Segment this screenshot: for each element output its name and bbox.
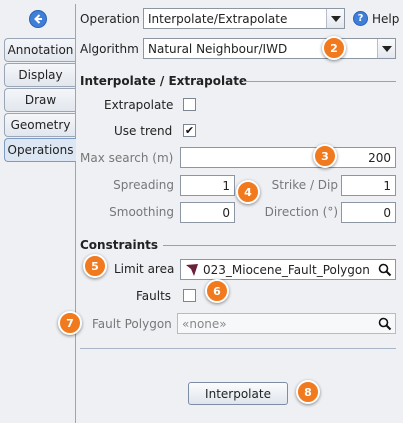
interp-section-title: Interpolate / Extrapolate — [80, 74, 248, 88]
back-arrow-icon[interactable] — [29, 10, 47, 28]
algorithm-combo[interactable]: Natural Neighbour/IWD — [143, 38, 396, 59]
smoothing-field[interactable]: 0 — [180, 202, 235, 223]
spreading-label: Spreading — [113, 178, 174, 192]
footer-divider — [80, 348, 396, 349]
tab-operations[interactable]: Operations — [4, 138, 76, 162]
tab-display[interactable]: Display — [4, 63, 76, 87]
callout-badge: 2 — [322, 36, 346, 60]
callout-badge: 8 — [296, 380, 320, 404]
direction-label: Direction (°) — [264, 205, 338, 219]
fault-polygon-value: «none» — [182, 316, 227, 331]
strike-dip-label: Strike / Dip — [271, 178, 338, 192]
help-icon[interactable]: ? — [353, 11, 368, 26]
fault-polygon-picker[interactable]: «none» — [177, 313, 396, 334]
limit-area-label: Limit area — [114, 262, 175, 276]
section-divider — [243, 81, 396, 82]
operation-combo[interactable]: Interpolate/Extrapolate — [143, 8, 345, 29]
limit-area-value: 023_Miocene_Fault_Polygon — [203, 262, 370, 277]
max-search-label: Max search (m) — [80, 151, 174, 165]
fault-polygon-label: Fault Polygon — [92, 317, 172, 331]
tab-annotation[interactable]: Annotation — [4, 38, 76, 62]
callout-badge: 5 — [83, 254, 107, 278]
operation-label: Operation — [80, 12, 140, 26]
use-trend-checkbox[interactable]: ✔ — [183, 124, 196, 137]
direction-field[interactable]: 0 — [341, 202, 396, 223]
limit-area-picker[interactable]: 023_Miocene_Fault_Polygon — [180, 259, 396, 280]
polygon-icon — [186, 263, 198, 276]
side-tab-column: Annotation Display Draw Geometry Operati… — [0, 0, 76, 423]
callout-badge: 7 — [58, 311, 82, 335]
operation-value: Interpolate/Extrapolate — [148, 11, 288, 26]
tab-draw[interactable]: Draw — [4, 88, 76, 112]
faults-checkbox[interactable] — [183, 289, 196, 302]
extrapolate-checkbox[interactable] — [183, 98, 196, 111]
extrapolate-label: Extrapolate — [104, 98, 174, 112]
chevron-down-icon[interactable] — [377, 39, 395, 58]
section-divider — [163, 245, 396, 246]
search-icon[interactable] — [378, 317, 392, 331]
algorithm-label: Algorithm — [80, 42, 139, 56]
use-trend-label: Use trend — [114, 124, 173, 138]
smoothing-label: Smoothing — [109, 205, 174, 219]
interpolate-button[interactable]: Interpolate — [188, 382, 288, 405]
search-icon[interactable] — [378, 263, 392, 277]
max-search-field[interactable]: 200 — [180, 147, 396, 168]
spreading-field[interactable]: 1 — [180, 175, 235, 196]
constraints-section-title: Constraints — [80, 238, 159, 252]
checkmark-icon: ✔ — [184, 124, 195, 137]
callout-badge: 4 — [236, 180, 260, 204]
tab-geometry[interactable]: Geometry — [4, 113, 76, 137]
faults-label: Faults — [136, 289, 172, 303]
strike-dip-field[interactable]: 1 — [341, 175, 396, 196]
chevron-down-icon[interactable] — [326, 9, 344, 28]
help-link[interactable]: Help — [372, 12, 399, 26]
callout-badge: 6 — [205, 279, 229, 303]
callout-badge: 3 — [313, 144, 337, 168]
